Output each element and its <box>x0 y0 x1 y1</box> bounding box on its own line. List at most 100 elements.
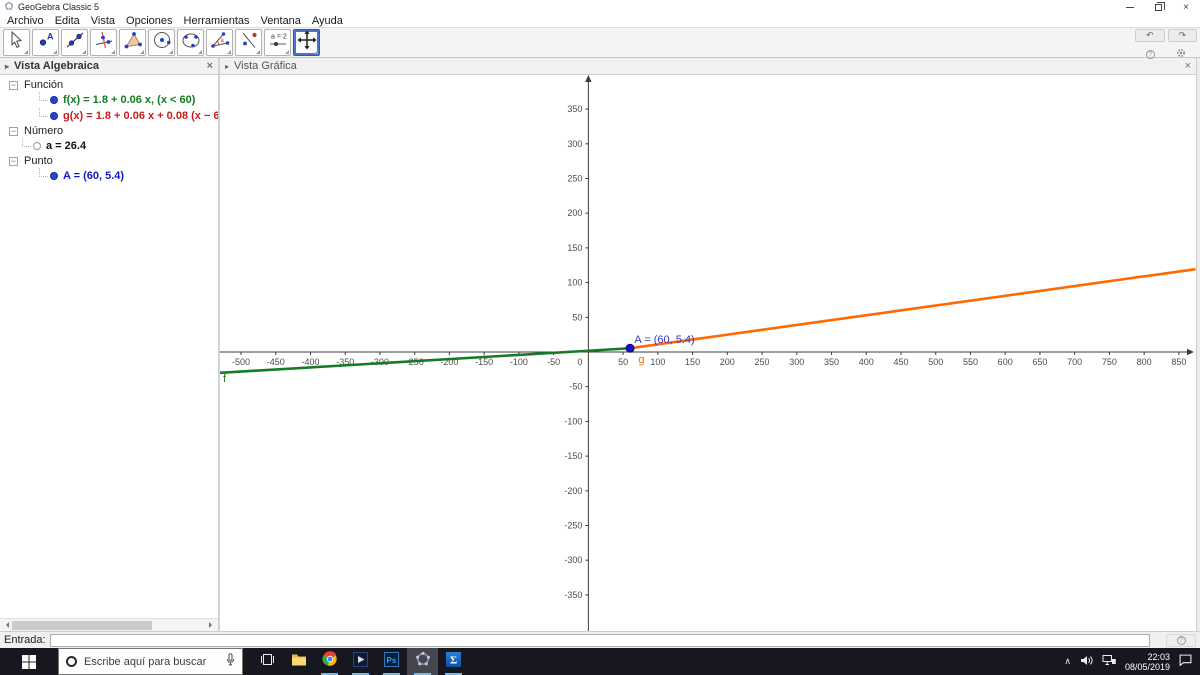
algebra-item[interactable]: a = 26.4 <box>0 138 218 154</box>
algebra-input-field[interactable] <box>49 633 1150 647</box>
tool-point-button[interactable]: A <box>32 29 59 56</box>
tool-dropdown-caret[interactable] <box>24 50 28 54</box>
windows-taskbar: Ps Σ ∧ 22:03 08/05/2019 <box>0 648 1200 675</box>
algebra-item[interactable]: A = (60, 5.4) <box>0 168 218 184</box>
menu-edita[interactable]: Edita <box>55 15 87 27</box>
geogebra-icon <box>415 651 431 672</box>
tool-dropdown-caret[interactable] <box>227 50 231 54</box>
algebra-close-icon[interactable]: × <box>207 61 213 72</box>
menu-ayuda[interactable]: Ayuda <box>312 15 350 27</box>
collapse-icon[interactable]: − <box>9 156 18 166</box>
algebra-group: − Función <box>0 78 218 92</box>
svg-text:a = 2: a = 2 <box>271 34 287 41</box>
tool-move-view-button[interactable] <box>293 29 320 56</box>
object-visibility-dot[interactable] <box>50 112 58 120</box>
graphics-view-header: ▸ Vista Gráfica × <box>220 58 1196 75</box>
undo-button[interactable]: ↶ <box>1135 29 1165 42</box>
algebra-item[interactable]: g(x) = 1.8 + 0.06 x + 0.08 (x − 60), <box>0 108 218 124</box>
menu-vista[interactable]: Vista <box>91 15 122 27</box>
tool-dropdown-caret[interactable] <box>169 50 173 54</box>
microphone-icon[interactable] <box>226 652 235 671</box>
taskbar-app-chrome[interactable] <box>314 648 345 675</box>
help-icon[interactable]: ? <box>1145 49 1155 59</box>
taskbar-search-box[interactable] <box>58 648 243 675</box>
graphics-canvas[interactable]: -500-450-400-350-300-250-200-150-100-505… <box>220 75 1196 631</box>
network-icon[interactable] <box>1102 653 1116 671</box>
tool-line-button[interactable] <box>61 29 88 56</box>
tray-chevron-icon[interactable]: ∧ <box>1064 656 1071 667</box>
toolbar-right: ↶ ↷ ? <box>1135 29 1197 63</box>
svg-text:250: 250 <box>567 174 582 184</box>
redo-button[interactable]: ↷ <box>1167 29 1197 42</box>
taskbar-app-movies-tv[interactable] <box>345 648 376 675</box>
tool-slider-button[interactable]: a = 2 <box>264 29 291 56</box>
taskbar-app-file-explorer[interactable] <box>283 648 314 675</box>
input-history-spinner[interactable] <box>1155 633 1161 647</box>
tool-transform-button[interactable] <box>235 29 262 56</box>
tool-dropdown-caret[interactable] <box>82 50 86 54</box>
action-center-icon[interactable] <box>1179 653 1192 671</box>
svg-text:450: 450 <box>893 357 908 367</box>
tool-dropdown-caret[interactable] <box>285 50 289 54</box>
tool-dropdown-caret[interactable] <box>256 50 260 54</box>
curve-g[interactable] <box>629 267 1196 350</box>
svg-text:-300: -300 <box>564 555 582 565</box>
tool-dropdown-caret[interactable] <box>198 50 202 54</box>
taskbar-app-sigma[interactable]: Σ <box>438 648 469 675</box>
restore-button[interactable] <box>1144 0 1172 14</box>
tool-dropdown-caret[interactable] <box>314 50 318 54</box>
gear-icon[interactable] <box>1176 45 1186 63</box>
menu-archivo[interactable]: Archivo <box>7 15 51 27</box>
scroll-right-icon[interactable] <box>209 622 215 628</box>
algebra-item[interactable]: f(x) = 1.8 + 0.06 x, (x < 60) <box>0 92 218 108</box>
menu-opciones[interactable]: Opciones <box>126 15 179 27</box>
svg-text:50: 50 <box>572 312 582 322</box>
svg-text:-150: -150 <box>564 451 582 461</box>
scrollbar-thumb[interactable] <box>12 620 152 630</box>
title-bar: GeoGebra Classic 5 × <box>0 0 1200 14</box>
algebra-group: − Número <box>0 124 218 138</box>
algebra-view-title: Vista Algebraica <box>14 60 100 72</box>
graph-svg[interactable]: -500-450-400-350-300-250-200-150-100-505… <box>220 75 1196 631</box>
collapse-icon[interactable]: − <box>9 126 18 136</box>
panel-arrow-icon[interactable]: ▸ <box>5 62 9 71</box>
object-visibility-dot[interactable] <box>50 96 58 104</box>
tool-dropdown-caret[interactable] <box>111 50 115 54</box>
speaker-icon[interactable] <box>1080 653 1093 671</box>
algebra-horizontal-scrollbar[interactable] <box>0 618 218 631</box>
start-button[interactable] <box>0 648 58 675</box>
taskbar-app-photoshop[interactable]: Ps <box>376 648 407 675</box>
minimize-button[interactable] <box>1116 0 1144 14</box>
svg-text:400: 400 <box>859 357 874 367</box>
algebra-view-header: ▸ Vista Algebraica × <box>0 58 218 75</box>
tray-clock[interactable]: 22:03 08/05/2019 <box>1125 652 1170 672</box>
point-A[interactable] <box>625 343 635 353</box>
tool-dropdown-caret[interactable] <box>53 50 57 54</box>
taskbar-app-task-view[interactable] <box>252 648 283 675</box>
tool-dropdown-caret[interactable] <box>140 50 144 54</box>
tool-polygon-button[interactable] <box>119 29 146 56</box>
taskbar-search-input[interactable] <box>84 655 219 668</box>
tool-move-button[interactable] <box>3 29 30 56</box>
input-help-button[interactable]: ? <box>1166 633 1196 647</box>
tool-conic-button[interactable] <box>177 29 204 56</box>
collapse-icon[interactable]: − <box>9 80 18 90</box>
svg-text:550: 550 <box>963 357 978 367</box>
graphics-view-panel: ▸ Vista Gráfica × -500-450-400-350-300-2… <box>220 58 1196 631</box>
curve-label-f: f <box>223 373 227 385</box>
tool-perpendicular-button[interactable] <box>90 29 117 56</box>
close-button[interactable]: × <box>1172 0 1200 14</box>
tool-circle-button[interactable] <box>148 29 175 56</box>
menu-ventana[interactable]: Ventana <box>261 15 308 27</box>
taskbar-app-geogebra[interactable] <box>407 648 438 675</box>
panel-arrow-icon[interactable]: ▸ <box>225 62 229 71</box>
algebra-tree: − Función f(x) = 1.8 + 0.06 x, (x < 60) g(x… <box>0 75 218 618</box>
object-visibility-dot[interactable] <box>50 172 58 180</box>
svg-text:-100: -100 <box>510 357 528 367</box>
tray-date: 08/05/2019 <box>1124 661 1170 672</box>
scroll-left-icon[interactable] <box>3 622 9 628</box>
menu-herramientas[interactable]: Herramientas <box>184 15 257 27</box>
tool-angle-button[interactable]: a <box>206 29 233 56</box>
svg-text:-350: -350 <box>564 590 582 600</box>
object-visibility-dot[interactable] <box>33 142 41 150</box>
